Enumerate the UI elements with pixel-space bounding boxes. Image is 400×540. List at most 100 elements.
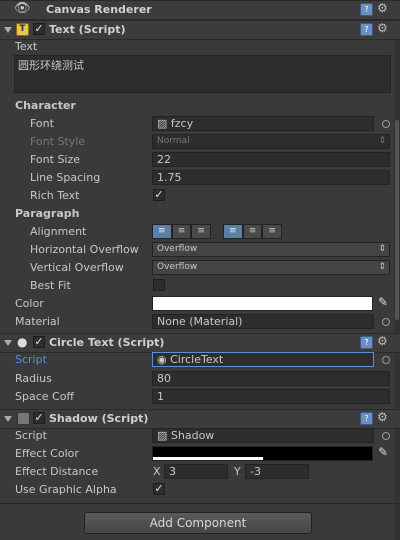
paragraph-heading: Paragraph	[15, 207, 80, 220]
radius-field[interactable]: 80	[152, 371, 390, 386]
canvas-renderer-title: Canvas Renderer	[46, 3, 152, 16]
gear-icon[interactable]: ⚙	[377, 411, 390, 424]
font-size-field[interactable]: 22	[152, 152, 390, 167]
effect-distance-x-field[interactable]: 3	[164, 464, 228, 479]
object-picker-icon[interactable]	[382, 318, 390, 326]
horizontal-overflow-row: Horizontal Overflow Overflow ⇕	[0, 241, 400, 259]
align-right-button[interactable]: ≡	[191, 224, 212, 239]
help-icon[interactable]: ?	[360, 3, 373, 16]
text-area[interactable]: 圆形环绕测试	[14, 55, 391, 93]
material-row: Material None (Material)	[0, 313, 400, 331]
help-icon[interactable]: ?	[360, 412, 373, 425]
best-fit-row: Best Fit	[0, 277, 400, 295]
gear-icon[interactable]: ⚙	[377, 22, 390, 35]
foldout-arrow-icon[interactable]	[4, 340, 12, 346]
object-picker-icon[interactable]	[382, 120, 390, 128]
effect-distance-row: Effect Distance X 3 Y -3	[0, 463, 400, 481]
help-icon[interactable]: ?	[360, 23, 373, 36]
font-style-label: Font Style	[30, 135, 86, 148]
use-graphic-alpha-checkbox[interactable]: ✓	[153, 483, 165, 495]
font-size-row: Font Size 22	[0, 151, 400, 169]
y-label: Y	[234, 465, 241, 478]
text-enabled-checkbox[interactable]: ✓	[33, 23, 45, 35]
space-coff-field[interactable]: 1	[152, 389, 390, 404]
best-fit-checkbox[interactable]	[153, 279, 165, 291]
rich-text-row: Rich Text ✓	[0, 187, 400, 205]
material-field[interactable]: None (Material)	[152, 314, 374, 329]
add-component-label: Add Component	[149, 516, 247, 530]
gear-icon[interactable]: ⚙	[377, 335, 390, 348]
rich-text-checkbox[interactable]: ✓	[153, 189, 165, 201]
radius-value: 80	[157, 372, 171, 385]
eyedropper-icon[interactable]: ✎	[378, 445, 388, 459]
dropdown-arrow-icon: ⇕	[378, 136, 386, 146]
align-top-button[interactable]: ≡	[223, 224, 243, 239]
vertical-overflow-dropdown[interactable]: Overflow ⇕	[152, 260, 390, 275]
eye-icon: 👁	[14, 1, 31, 16]
text-script-title: Text (Script)	[49, 23, 126, 36]
align-middle-button[interactable]: ≡	[242, 224, 263, 239]
font-style-dropdown[interactable]: Normal ⇕	[152, 134, 390, 149]
effect-color-swatch[interactable]	[152, 446, 373, 461]
align-center-button[interactable]: ≡	[171, 224, 192, 239]
divider	[0, 503, 400, 504]
shadow-title: Shadow (Script)	[49, 412, 149, 425]
vertical-overflow-label: Vertical Overflow	[30, 261, 124, 274]
eyedropper-icon[interactable]: ✎	[378, 295, 388, 309]
horizontal-overflow-value: Overflow	[157, 244, 198, 254]
character-section: Character	[0, 97, 400, 115]
font-row: Font ▨ fzcy	[0, 115, 400, 133]
circle-text-header[interactable]: ● ✓ Circle Text (Script) ? ⚙	[0, 333, 400, 353]
object-picker-icon[interactable]	[382, 356, 390, 364]
text-label: Text	[15, 40, 38, 53]
circle-script-row: Script ◉ CircleText	[0, 351, 400, 369]
line-spacing-row: Line Spacing 1.75	[0, 169, 400, 187]
circle-text-enabled-checkbox[interactable]: ✓	[33, 336, 45, 348]
font-asset-icon: ▨	[157, 117, 171, 130]
horizontal-overflow-dropdown[interactable]: Overflow ⇕	[152, 242, 390, 257]
use-graphic-alpha-label: Use Graphic Alpha	[15, 483, 117, 496]
shadow-component-icon	[17, 412, 30, 425]
font-style-row: Font Style Normal ⇕	[0, 133, 400, 151]
best-fit-label: Best Fit	[30, 279, 71, 292]
shadow-enabled-checkbox[interactable]: ✓	[33, 412, 45, 424]
alignment-row: Alignment ≡ ≡ ≡ ≡ ≡ ≡	[0, 223, 400, 241]
dropdown-arrow-icon: ⇕	[378, 244, 386, 254]
help-icon[interactable]: ?	[360, 336, 373, 349]
font-value: fzcy	[170, 117, 194, 130]
script-component-icon: ●	[17, 335, 28, 349]
vertical-alignment-group: ≡ ≡ ≡	[223, 224, 283, 239]
line-spacing-field[interactable]: 1.75	[152, 170, 390, 185]
add-component-button[interactable]: Add Component	[84, 512, 312, 534]
text-label-row: Text	[0, 38, 400, 56]
object-picker-icon[interactable]	[382, 432, 390, 440]
horizontal-alignment-group: ≡ ≡ ≡	[152, 224, 212, 239]
color-label: Color	[15, 297, 44, 310]
circle-text-title: Circle Text (Script)	[49, 336, 165, 349]
radius-label: Radius	[15, 372, 52, 385]
rich-text-label: Rich Text	[30, 189, 80, 202]
circle-script-label: Script	[15, 353, 47, 366]
vertical-overflow-row: Vertical Overflow Overflow ⇕	[0, 259, 400, 277]
horizontal-overflow-label: Horizontal Overflow	[30, 243, 139, 256]
font-size-value: 22	[157, 153, 171, 166]
line-spacing-value: 1.75	[157, 171, 182, 184]
foldout-arrow-icon[interactable]	[4, 27, 12, 33]
shadow-script-field[interactable]: ▨ Shadow	[152, 428, 374, 443]
circle-script-field[interactable]: ◉ CircleText	[152, 352, 374, 367]
align-bottom-button[interactable]: ≡	[262, 224, 283, 239]
text-component-icon: T	[16, 23, 29, 36]
shadow-header[interactable]: ✓ Shadow (Script) ? ⚙	[0, 409, 400, 429]
canvas-renderer-header[interactable]: 👁 Canvas Renderer ? ⚙	[0, 0, 400, 20]
text-script-header[interactable]: T ✓ Text (Script) ? ⚙	[0, 20, 400, 40]
script-asset-icon: ◉	[157, 353, 171, 366]
gear-icon[interactable]: ⚙	[377, 2, 390, 15]
font-label: Font	[30, 117, 54, 130]
color-swatch[interactable]	[152, 296, 373, 311]
align-left-button[interactable]: ≡	[152, 224, 172, 239]
foldout-arrow-icon[interactable]	[4, 416, 12, 422]
dropdown-arrow-icon: ⇕	[378, 262, 386, 272]
effect-distance-y-field[interactable]: -3	[245, 464, 309, 479]
shadow-script-value: Shadow	[170, 429, 215, 442]
font-field[interactable]: ▨ fzcy	[152, 116, 374, 131]
